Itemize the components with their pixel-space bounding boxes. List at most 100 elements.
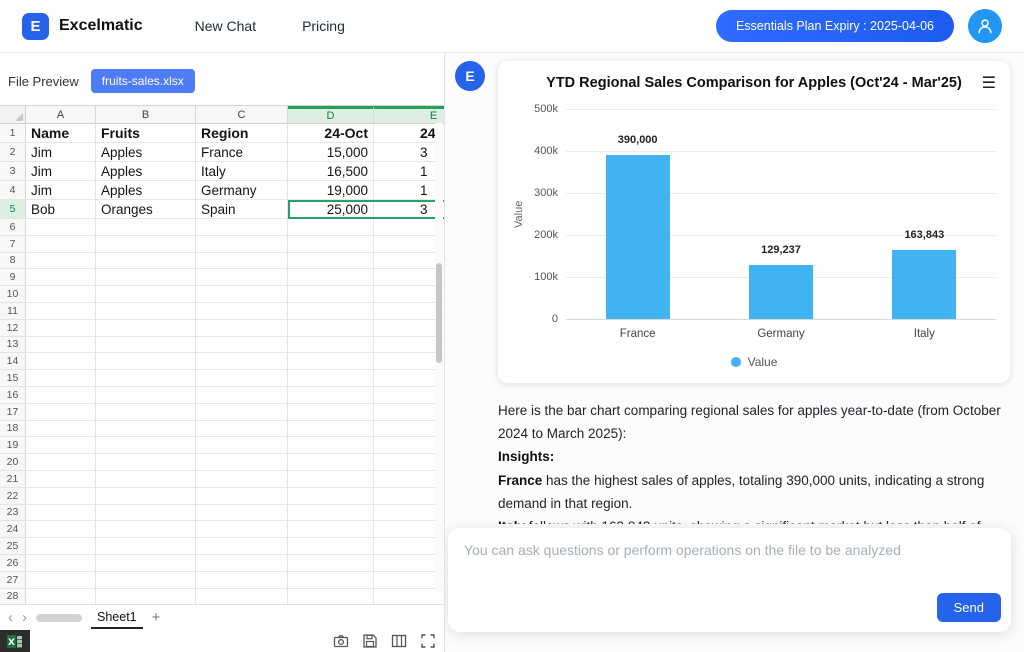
row-header-6[interactable]: 6 bbox=[0, 219, 26, 236]
cell-B23[interactable] bbox=[96, 505, 196, 522]
cell-A2[interactable]: Jim bbox=[26, 143, 96, 162]
cell-D9[interactable] bbox=[288, 269, 374, 286]
cell-B7[interactable] bbox=[96, 236, 196, 253]
cell-B17[interactable] bbox=[96, 404, 196, 421]
chart-menu-icon[interactable]: ☰ bbox=[978, 73, 996, 93]
cell-D1[interactable]: 24-Oct bbox=[288, 124, 374, 143]
cell-D5[interactable]: 25,000 bbox=[288, 200, 374, 219]
cell-B4[interactable]: Apples bbox=[96, 181, 196, 200]
cell-A11[interactable] bbox=[26, 303, 96, 320]
columns-icon[interactable] bbox=[391, 633, 407, 649]
file-tab-badge[interactable]: fruits-sales.xlsx bbox=[91, 69, 195, 93]
cell-A3[interactable]: Jim bbox=[26, 162, 96, 181]
bar-germany[interactable] bbox=[749, 265, 813, 319]
cell-E11[interactable] bbox=[374, 303, 444, 320]
cell-A7[interactable] bbox=[26, 236, 96, 253]
sheet-prev-icon[interactable]: ‹ bbox=[8, 610, 13, 625]
cell-D19[interactable] bbox=[288, 437, 374, 454]
cell-E1[interactable]: 24 bbox=[374, 124, 444, 143]
cell-A28[interactable] bbox=[26, 589, 96, 605]
cell-E15[interactable] bbox=[374, 370, 444, 387]
column-header-b[interactable]: B bbox=[96, 106, 196, 124]
cell-C21[interactable] bbox=[196, 471, 288, 488]
cell-D17[interactable] bbox=[288, 404, 374, 421]
cell-C23[interactable] bbox=[196, 505, 288, 522]
cell-B8[interactable] bbox=[96, 253, 196, 270]
cell-B15[interactable] bbox=[96, 370, 196, 387]
cell-B22[interactable] bbox=[96, 488, 196, 505]
cell-A9[interactable] bbox=[26, 269, 96, 286]
cell-A1[interactable]: Name bbox=[26, 124, 96, 143]
cell-C2[interactable]: France bbox=[196, 143, 288, 162]
save-icon[interactable] bbox=[362, 633, 378, 649]
cell-E8[interactable] bbox=[374, 253, 444, 270]
cell-E17[interactable] bbox=[374, 404, 444, 421]
cell-D20[interactable] bbox=[288, 454, 374, 471]
cell-C9[interactable] bbox=[196, 269, 288, 286]
cell-A5[interactable]: Bob bbox=[26, 200, 96, 219]
cell-E23[interactable] bbox=[374, 505, 444, 522]
vertical-scrollbar-thumb[interactable] bbox=[436, 263, 442, 363]
cell-E13[interactable] bbox=[374, 337, 444, 354]
row-header-9[interactable]: 9 bbox=[0, 269, 26, 286]
row-header-18[interactable]: 18 bbox=[0, 421, 26, 438]
cell-B12[interactable] bbox=[96, 320, 196, 337]
cell-A13[interactable] bbox=[26, 337, 96, 354]
cell-A21[interactable] bbox=[26, 471, 96, 488]
cell-D22[interactable] bbox=[288, 488, 374, 505]
cell-A6[interactable] bbox=[26, 219, 96, 236]
cell-C16[interactable] bbox=[196, 387, 288, 404]
cell-D4[interactable]: 19,000 bbox=[288, 181, 374, 200]
cell-E10[interactable] bbox=[374, 286, 444, 303]
row-header-22[interactable]: 22 bbox=[0, 488, 26, 505]
cell-A17[interactable] bbox=[26, 404, 96, 421]
cell-B16[interactable] bbox=[96, 387, 196, 404]
row-header-26[interactable]: 26 bbox=[0, 555, 26, 572]
cell-A20[interactable] bbox=[26, 454, 96, 471]
camera-icon[interactable] bbox=[333, 633, 349, 649]
column-header-e[interactable]: E bbox=[374, 106, 444, 124]
row-header-27[interactable]: 27 bbox=[0, 572, 26, 589]
cell-A14[interactable] bbox=[26, 353, 96, 370]
cell-D24[interactable] bbox=[288, 521, 374, 538]
cell-D2[interactable]: 15,000 bbox=[288, 143, 374, 162]
cell-D21[interactable] bbox=[288, 471, 374, 488]
cell-C28[interactable] bbox=[196, 589, 288, 605]
cell-C7[interactable] bbox=[196, 236, 288, 253]
cell-C15[interactable] bbox=[196, 370, 288, 387]
fullscreen-icon[interactable] bbox=[420, 633, 436, 649]
cell-C11[interactable] bbox=[196, 303, 288, 320]
chat-input[interactable] bbox=[448, 528, 1011, 592]
cell-D8[interactable] bbox=[288, 253, 374, 270]
row-header-2[interactable]: 2 bbox=[0, 143, 26, 162]
row-header-10[interactable]: 10 bbox=[0, 286, 26, 303]
cell-D12[interactable] bbox=[288, 320, 374, 337]
horizontal-scrollbar-thumb[interactable] bbox=[36, 614, 82, 622]
cell-C13[interactable] bbox=[196, 337, 288, 354]
row-header-8[interactable]: 8 bbox=[0, 253, 26, 270]
cell-D3[interactable]: 16,500 bbox=[288, 162, 374, 181]
row-header-17[interactable]: 17 bbox=[0, 404, 26, 421]
row-header-24[interactable]: 24 bbox=[0, 521, 26, 538]
row-header-21[interactable]: 21 bbox=[0, 471, 26, 488]
cell-B10[interactable] bbox=[96, 286, 196, 303]
cell-D25[interactable] bbox=[288, 538, 374, 555]
excel-taskbar-icon[interactable]: X bbox=[0, 630, 30, 652]
row-header-11[interactable]: 11 bbox=[0, 303, 26, 320]
cell-A19[interactable] bbox=[26, 437, 96, 454]
row-header-15[interactable]: 15 bbox=[0, 370, 26, 387]
cell-B5[interactable]: Oranges bbox=[96, 200, 196, 219]
cell-B25[interactable] bbox=[96, 538, 196, 555]
row-header-4[interactable]: 4 bbox=[0, 181, 26, 200]
cell-C12[interactable] bbox=[196, 320, 288, 337]
cell-A16[interactable] bbox=[26, 387, 96, 404]
cell-E16[interactable] bbox=[374, 387, 444, 404]
row-header-12[interactable]: 12 bbox=[0, 320, 26, 337]
cell-B1[interactable]: Fruits bbox=[96, 124, 196, 143]
cell-E5[interactable]: 3 bbox=[374, 200, 444, 219]
cell-E25[interactable] bbox=[374, 538, 444, 555]
cell-A18[interactable] bbox=[26, 421, 96, 438]
cell-A27[interactable] bbox=[26, 572, 96, 589]
cell-B6[interactable] bbox=[96, 219, 196, 236]
add-sheet-button[interactable]: + bbox=[152, 610, 161, 625]
